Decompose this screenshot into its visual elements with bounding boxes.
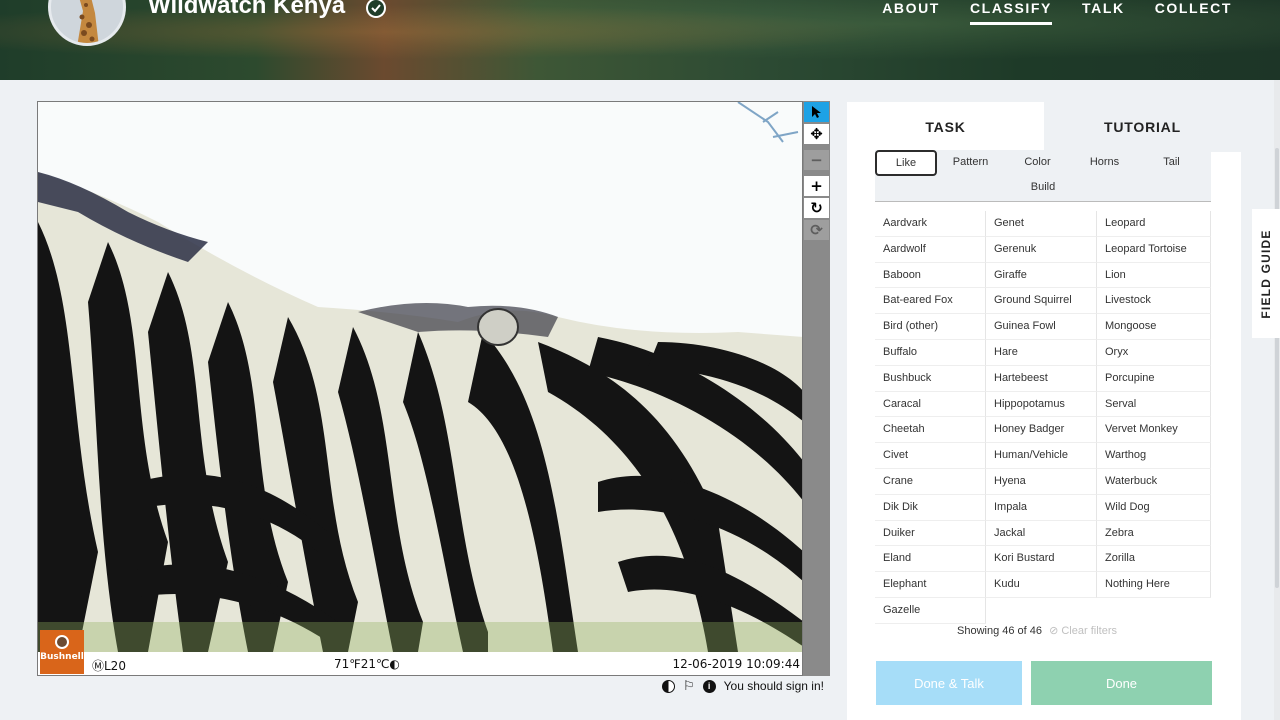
species-option[interactable]: Bushbuck [875, 365, 986, 392]
species-option[interactable]: Crane [875, 468, 986, 495]
done-and-talk-button[interactable]: Done & Talk [876, 661, 1022, 705]
species-option[interactable]: Ground Squirrel [986, 288, 1097, 315]
species-option[interactable]: Buffalo [875, 339, 986, 366]
filter-pattern[interactable]: Pattern [937, 150, 1004, 175]
page-scrollbar[interactable] [1274, 80, 1280, 720]
giraffe-logo-icon [77, 0, 99, 43]
move-tool-icon[interactable]: ✥ [804, 124, 829, 144]
camera-temperature: 71℉21℃◐ [334, 657, 400, 671]
project-avatar[interactable] [48, 0, 126, 46]
species-option[interactable]: Cheetah [875, 417, 986, 444]
species-option[interactable]: Nothing Here [1097, 572, 1211, 598]
tab-tutorial[interactable]: TUTORIAL [1044, 102, 1241, 152]
field-guide-label: FIELD GUIDE [1259, 228, 1273, 319]
species-option[interactable]: Waterbuck [1097, 468, 1211, 495]
species-option[interactable]: Genet [986, 211, 1097, 237]
species-option[interactable]: Guinea Fowl [986, 314, 1097, 340]
species-option[interactable]: Hippopotamus [986, 391, 1097, 418]
nav-collect[interactable]: COLLECT [1155, 0, 1232, 25]
species-option[interactable]: Gerenuk [986, 236, 1097, 263]
camera-id: ⓂL20 [92, 659, 126, 673]
species-option[interactable]: Caracal [875, 391, 986, 418]
species-list: Aardvark Genet Leopard Aardwolf Gerenuk Leopa… [875, 211, 1211, 624]
species-option[interactable]: Kori Bustard [986, 546, 1097, 573]
project-header: Wildwatch Kenya ABOUT CLASSIFY TALK COLL… [0, 0, 1280, 80]
flag-icon[interactable]: ⚐ [683, 679, 695, 694]
species-option[interactable]: Vervet Monkey [1097, 417, 1211, 444]
species-option[interactable]: Livestock [1097, 288, 1211, 315]
tab-task[interactable]: TASK [847, 102, 1044, 152]
species-option[interactable]: Hartebeest [986, 365, 1097, 392]
info-icon[interactable]: i [702, 679, 716, 693]
species-option[interactable]: Warthog [1097, 443, 1211, 469]
species-option[interactable]: Human/Vehicle [986, 443, 1097, 469]
subject-image[interactable] [38, 102, 803, 652]
species-option[interactable]: Aardwolf [875, 236, 986, 263]
camera-lens-icon [55, 635, 69, 649]
species-option[interactable]: Zebra [1097, 520, 1211, 547]
species-option[interactable]: Hyena [986, 468, 1097, 495]
species-filters: Like Pattern Color Horns Tail Build [875, 149, 1211, 202]
sign-in-message[interactable]: You should sign in! [724, 679, 824, 693]
clear-filters-button[interactable]: ⊘ Clear filters [1049, 625, 1117, 637]
filter-build[interactable]: Build [875, 175, 1211, 200]
species-option[interactable]: Giraffe [986, 262, 1097, 289]
species-option[interactable]: Lion [1097, 262, 1211, 289]
species-option[interactable]: Wild Dog [1097, 494, 1211, 521]
image-toolbar: ✥ − + ↻ ⟳ [803, 101, 830, 676]
species-option[interactable]: Honey Badger [986, 417, 1097, 444]
filter-color[interactable]: Color [1004, 150, 1071, 175]
species-option[interactable]: Kudu [986, 572, 1097, 598]
project-nav: ABOUT CLASSIFY TALK COLLECT [852, 0, 1232, 25]
species-option[interactable]: Duiker [875, 520, 986, 547]
bushnell-logo: Bushnell [40, 630, 84, 674]
species-option[interactable]: Elephant [875, 572, 986, 598]
project-title[interactable]: Wildwatch Kenya [148, 0, 345, 20]
nav-classify[interactable]: CLASSIFY [969, 0, 1052, 25]
clear-filters-label: Clear filters [1061, 625, 1117, 637]
task-panel: TASK TUTORIAL Like Pattern Color Horns T… [847, 102, 1241, 720]
subject-viewer[interactable]: Bushnell ⓂL20 71℉21℃◐ 12-06-2019 10:09:4… [37, 101, 803, 676]
invert-colors-icon[interactable] [662, 679, 675, 693]
zoom-in-icon[interactable]: + [804, 176, 829, 196]
nav-talk[interactable]: TALK [1082, 0, 1125, 25]
species-option[interactable]: Bat-eared Fox [875, 288, 986, 315]
species-option[interactable]: Hare [986, 339, 1097, 366]
done-button[interactable]: Done [1031, 661, 1212, 705]
species-option[interactable]: Bird (other) [875, 314, 986, 340]
camera-info-bar: Bushnell ⓂL20 71℉21℃◐ 12-06-2019 10:09:4… [38, 630, 802, 675]
species-option[interactable]: Dik Dik [875, 494, 986, 521]
subject-metadata-bar: ⚐ i You should sign in! [662, 677, 824, 695]
zoom-out-icon[interactable]: − [804, 150, 829, 170]
nav-about[interactable]: ABOUT [882, 0, 940, 25]
camera-timestamp: 12-06-2019 10:09:44 [672, 657, 800, 671]
camera-brand: Bushnell [40, 652, 84, 662]
task-tabs: TASK TUTORIAL [847, 102, 1241, 152]
reset-view-icon[interactable]: ⟳ [804, 220, 829, 240]
species-option[interactable]: Impala [986, 494, 1097, 521]
species-option[interactable]: Porcupine [1097, 365, 1211, 392]
filter-horns[interactable]: Horns [1071, 150, 1138, 175]
species-option[interactable]: Civet [875, 443, 986, 469]
showing-count: Showing 46 of 46 [957, 625, 1043, 637]
filter-tail[interactable]: Tail [1138, 150, 1205, 175]
field-guide-tab[interactable]: FIELD GUIDE [1252, 209, 1280, 338]
rotate-icon[interactable]: ↻ [804, 198, 829, 218]
pointer-tool-icon[interactable] [804, 102, 829, 122]
species-option[interactable]: Serval [1097, 391, 1211, 418]
filter-summary: Showing 46 of 46 ⊘ Clear filters [957, 624, 1117, 637]
species-option[interactable]: Eland [875, 546, 986, 573]
species-option[interactable]: Aardvark [875, 211, 986, 237]
species-option[interactable]: Leopard [1097, 211, 1211, 237]
species-option[interactable]: Zorilla [1097, 546, 1211, 573]
species-option[interactable]: Jackal [986, 520, 1097, 547]
species-option[interactable]: Baboon [875, 262, 986, 289]
species-option[interactable]: Leopard Tortoise [1097, 236, 1211, 263]
verified-icon [366, 0, 386, 18]
species-option[interactable]: Gazelle [875, 597, 986, 624]
species-option[interactable]: Oryx [1097, 339, 1211, 366]
filter-like[interactable]: Like [875, 149, 937, 176]
species-option[interactable]: Mongoose [1097, 314, 1211, 340]
